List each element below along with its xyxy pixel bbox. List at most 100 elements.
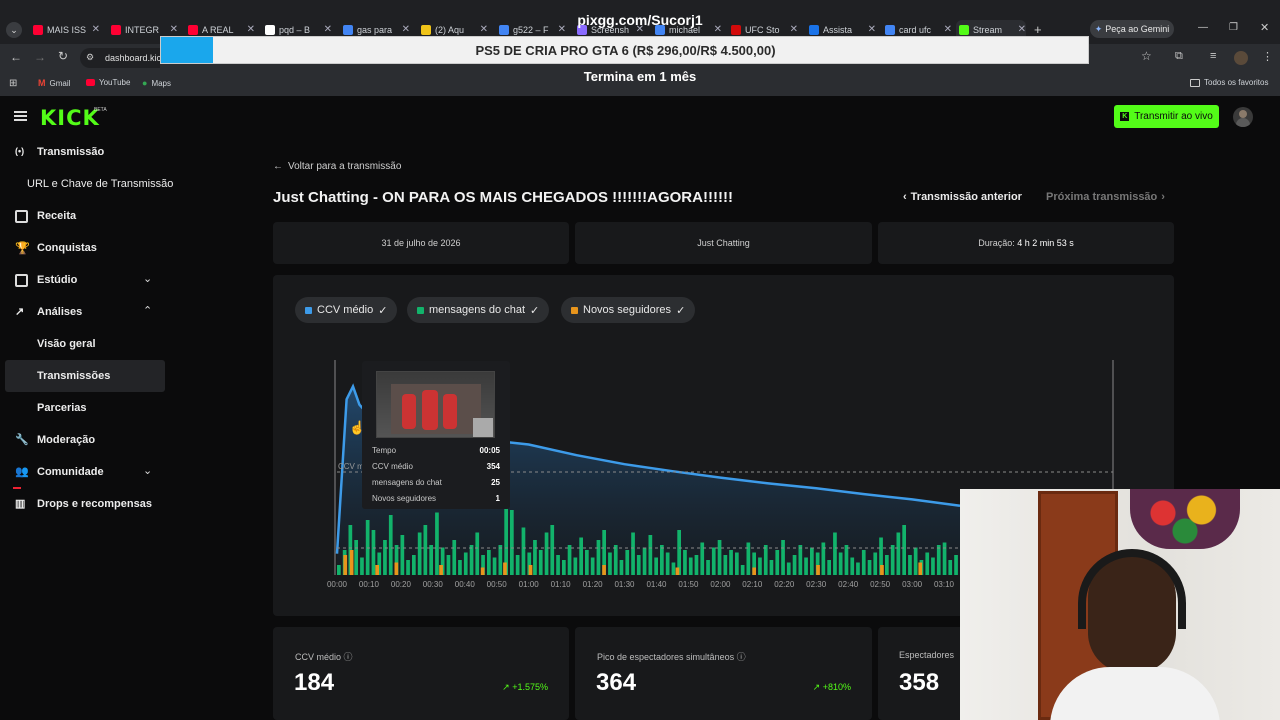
chat-bar[interactable] (660, 545, 664, 575)
chat-bar[interactable] (515, 555, 520, 575)
chat-bar[interactable] (769, 560, 774, 575)
chat-bar[interactable] (498, 545, 503, 575)
chat-bar[interactable] (435, 512, 439, 576)
chat-bar[interactable] (371, 530, 376, 575)
chat-bar[interactable] (711, 547, 716, 576)
chat-bar[interactable] (636, 555, 641, 575)
chat-bar[interactable] (538, 550, 543, 575)
chat-bar[interactable] (475, 532, 480, 576)
follower-bar[interactable] (480, 567, 485, 576)
chat-bar[interactable] (383, 540, 387, 575)
chat-bar[interactable] (406, 560, 410, 575)
chat-bar[interactable] (417, 532, 422, 576)
chat-bar[interactable] (763, 545, 768, 575)
chat-bar[interactable] (458, 560, 462, 575)
chat-bar[interactable] (469, 545, 474, 575)
chat-bar[interactable] (781, 540, 785, 575)
chat-bar[interactable] (810, 547, 814, 576)
chat-bar[interactable] (354, 540, 358, 575)
follower-bar[interactable] (918, 562, 923, 576)
chat-bar[interactable] (890, 545, 895, 575)
chat-bar[interactable] (388, 515, 393, 575)
chat-bar[interactable] (579, 537, 583, 576)
follower-bar[interactable] (349, 550, 354, 575)
follower-bar[interactable] (880, 565, 884, 575)
chat-bar[interactable] (717, 540, 722, 575)
chat-bar[interactable] (665, 552, 670, 576)
chat-bar[interactable] (838, 552, 843, 576)
chat-bar[interactable] (631, 532, 635, 576)
chat-bar[interactable] (792, 555, 797, 575)
chat-bar[interactable] (446, 555, 451, 575)
follower-bar[interactable] (394, 562, 399, 576)
chat-bar[interactable] (648, 535, 653, 575)
chat-bar[interactable] (337, 565, 341, 575)
chat-bar[interactable] (625, 550, 630, 575)
chat-bar[interactable] (429, 545, 433, 575)
chat-bar[interactable] (758, 557, 762, 576)
chat-bar[interactable] (573, 557, 578, 576)
chat-bar[interactable] (850, 557, 855, 576)
chat-bar[interactable] (729, 550, 733, 575)
follower-bar[interactable] (375, 565, 379, 575)
info-icon[interactable]: ⓘ (737, 652, 746, 662)
chat-bar[interactable] (550, 525, 555, 575)
follower-bar[interactable] (343, 555, 348, 575)
chat-bar[interactable] (908, 555, 912, 575)
chat-bar[interactable] (700, 542, 705, 576)
follower-bar[interactable] (503, 562, 507, 576)
chat-bar[interactable] (412, 555, 416, 575)
chat-bar[interactable] (786, 562, 791, 576)
chat-bar[interactable] (608, 552, 612, 576)
chat-bar[interactable] (740, 565, 745, 575)
chat-bar[interactable] (613, 545, 618, 575)
chat-bar[interactable] (861, 550, 866, 575)
chat-bar[interactable] (856, 562, 860, 576)
chat-bar[interactable] (463, 552, 468, 576)
chat-bar[interactable] (619, 560, 624, 575)
chat-bar[interactable] (423, 525, 428, 575)
chat-bar[interactable] (873, 552, 878, 576)
chat-bar[interactable] (821, 542, 826, 576)
chat-bar[interactable] (642, 547, 647, 576)
chat-bar[interactable] (942, 542, 947, 576)
chat-bar[interactable] (936, 545, 941, 575)
chat-bar[interactable] (492, 557, 497, 576)
chat-bar[interactable] (735, 552, 739, 576)
info-icon[interactable]: ⓘ (344, 652, 353, 662)
follower-bar[interactable] (439, 565, 443, 575)
chat-bar[interactable] (671, 562, 676, 576)
chat-bar[interactable] (585, 550, 589, 575)
chat-bar[interactable] (885, 555, 889, 575)
chat-bar[interactable] (590, 557, 595, 576)
chat-bar[interactable] (567, 545, 572, 575)
chat-bar[interactable] (798, 545, 803, 575)
chat-bar[interactable] (833, 532, 837, 576)
chat-bar[interactable] (775, 550, 780, 575)
follower-bar[interactable] (816, 565, 820, 575)
follower-bar[interactable] (675, 567, 680, 576)
chat-bar[interactable] (913, 547, 918, 576)
chat-bar[interactable] (654, 557, 658, 576)
chat-bar[interactable] (954, 555, 958, 575)
chat-bar[interactable] (902, 525, 906, 575)
chat-bar[interactable] (562, 560, 566, 575)
chat-bar[interactable] (827, 560, 831, 575)
chat-bar[interactable] (931, 557, 935, 576)
chat-bar[interactable] (723, 555, 728, 575)
chat-bar[interactable] (706, 560, 710, 575)
chat-bar[interactable] (948, 560, 953, 575)
chat-bar[interactable] (688, 557, 693, 576)
chat-bar[interactable] (867, 560, 872, 575)
chat-bar[interactable] (510, 510, 514, 575)
chat-bar[interactable] (452, 540, 457, 575)
chat-bar[interactable] (683, 550, 687, 575)
chat-bar[interactable] (400, 535, 405, 575)
follower-bar[interactable] (602, 565, 606, 575)
chat-bar[interactable] (925, 552, 930, 576)
chat-bar[interactable] (746, 542, 751, 576)
chat-bar[interactable] (596, 540, 601, 575)
chat-bar[interactable] (487, 550, 491, 575)
follower-bar[interactable] (528, 565, 533, 575)
chat-bar[interactable] (533, 540, 537, 575)
